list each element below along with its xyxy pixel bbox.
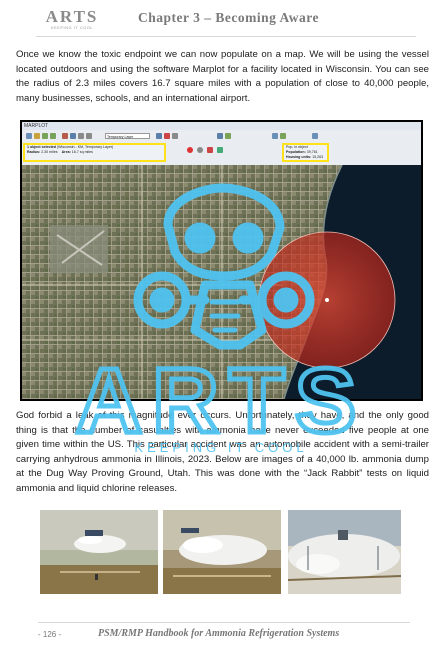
housing-value: 15,263 <box>312 155 324 159</box>
record-icon[interactable] <box>187 147 193 153</box>
sharing-icon[interactable] <box>272 133 278 139</box>
marplot-toolbar: Temporary Layer 1 object selected (Wisco… <box>22 130 421 165</box>
jack-rabbit-photo-2 <box>163 510 281 594</box>
jack-rabbit-photo-1 <box>40 510 158 594</box>
help-icon[interactable] <box>312 133 318 139</box>
radius-value: 2.30 miles <box>41 150 58 154</box>
object-info-panel: 1 object selected (Wisconsin - KM, Tempo… <box>23 143 166 162</box>
save-icon[interactable] <box>156 133 162 139</box>
select-tool-icon[interactable] <box>26 133 32 139</box>
circle-tool-icon[interactable] <box>78 133 84 139</box>
arts-logo: ARTS KEEPING IT COOL <box>38 8 106 36</box>
footer-divider <box>38 622 410 623</box>
population-label: Population: <box>286 150 306 154</box>
layer-dropdown[interactable]: Temporary Layer <box>105 133 150 139</box>
copy-icon[interactable] <box>172 133 178 139</box>
selected-count: 1 object selected <box>27 145 56 149</box>
page-number: - 126 - <box>38 630 62 639</box>
area-label: Area: <box>61 150 71 154</box>
line-tool-icon[interactable] <box>70 133 76 139</box>
search-icon[interactable] <box>217 133 223 139</box>
logo-text: ARTS <box>45 7 99 26</box>
zoom-out-icon[interactable] <box>50 133 56 139</box>
list-icon[interactable] <box>225 133 231 139</box>
window-titlebar: MARPLOT <box>22 122 421 130</box>
alert-icon[interactable] <box>207 147 213 153</box>
population-panel: Pop. in object Population: 39,761 Housin… <box>282 143 329 162</box>
polygon-tool-icon[interactable] <box>86 133 92 139</box>
satellite-map[interactable] <box>22 165 421 399</box>
check-icon[interactable] <box>217 147 223 153</box>
body-paragraph-2: God forbid a leak of this magnitude ever… <box>16 410 429 494</box>
selected-detail: (Wisconsin - KM, Temporary Layer) <box>56 145 114 149</box>
header-divider <box>36 36 416 37</box>
draw-tool-icon[interactable] <box>62 133 68 139</box>
chapter-title: Chapter 3 – Becoming Aware <box>138 10 319 25</box>
facility-marker[interactable] <box>325 298 329 302</box>
radius-label: Radius: <box>27 150 41 154</box>
delete-icon[interactable] <box>164 133 170 139</box>
sync-icon[interactable] <box>280 133 286 139</box>
area-value: 16.7 sq miles <box>71 150 93 154</box>
housing-label: Housing units: <box>286 155 312 159</box>
marplot-screenshot: MARPLOT Temporary Layer 1 object selecte… <box>20 120 423 401</box>
jack-rabbit-photo-3 <box>288 510 401 594</box>
hand-tool-icon[interactable] <box>34 133 40 139</box>
body-paragraph-1: Once we know the toxic endpoint we can n… <box>16 49 429 104</box>
stop-icon[interactable] <box>197 147 203 153</box>
footer-title: PSM/RMP Handbook for Ammonia Refrigerati… <box>98 628 340 639</box>
zoom-in-icon[interactable] <box>42 133 48 139</box>
population-value: 39,761 <box>306 150 318 154</box>
